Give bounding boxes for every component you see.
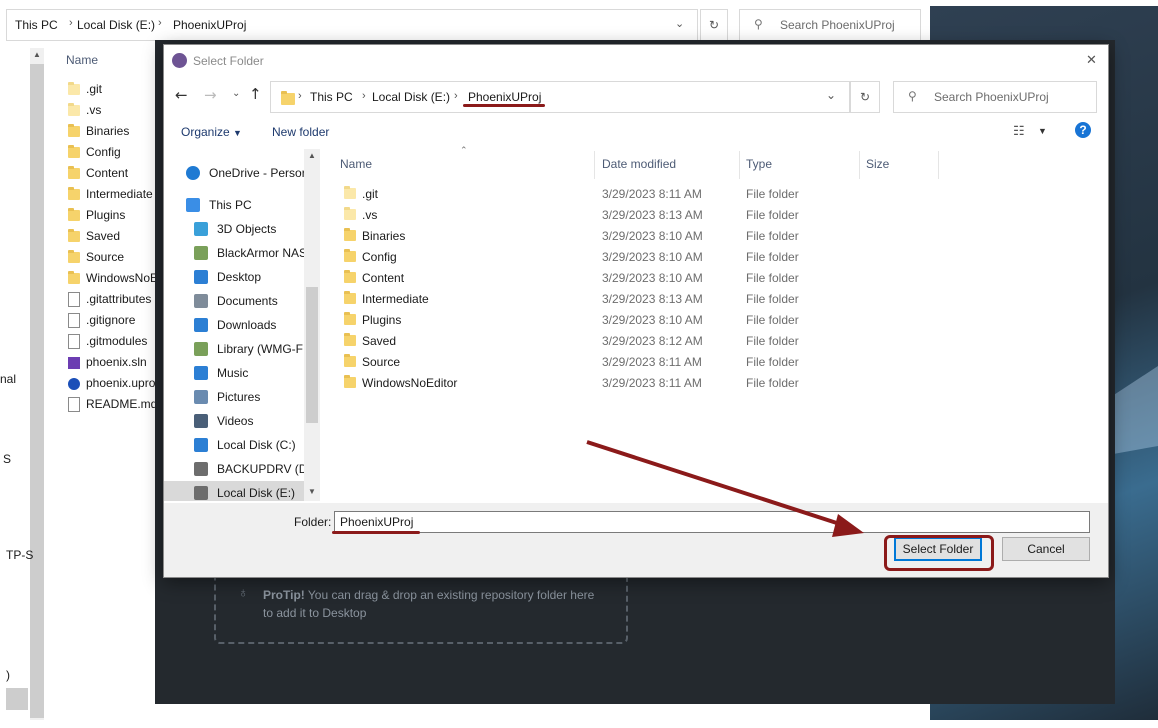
annotation-arrow-icon	[586, 440, 864, 537]
